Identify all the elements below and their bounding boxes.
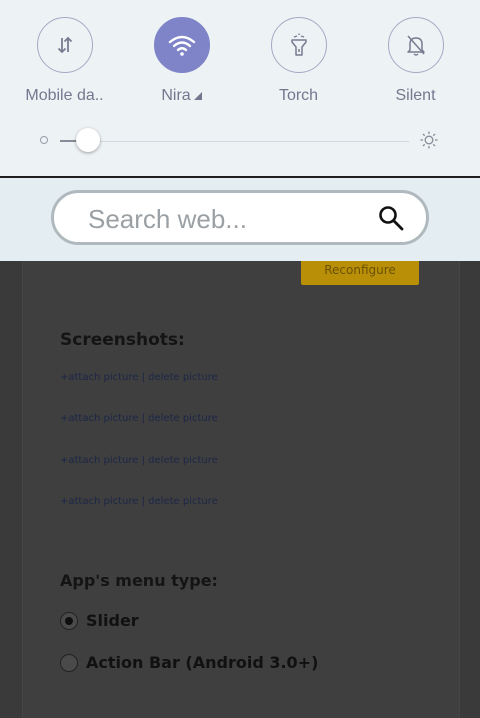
- tile-label: Mobile da..: [25, 87, 104, 104]
- quick-settings-panel: Mobile da.. Nira Torch Silent: [0, 0, 480, 178]
- menu-option-slider[interactable]: Slider: [60, 611, 139, 630]
- brightness-high-icon: [420, 131, 438, 149]
- attach-picture-link[interactable]: +attach picture: [60, 455, 138, 466]
- radio-checked-icon[interactable]: [60, 611, 78, 630]
- delete-picture-link[interactable]: delete picture: [148, 496, 218, 507]
- attach-picture-link[interactable]: +attach picture: [60, 372, 138, 383]
- menu-type-heading: App's menu type:: [60, 571, 218, 590]
- tile-torch-button[interactable]: [270, 17, 327, 73]
- attach-link-row: +attach picture | delete picture: [60, 372, 218, 413]
- menu-option-action-bar[interactable]: Action Bar (Android 3.0+): [60, 653, 318, 672]
- tile-silent-button[interactable]: [387, 17, 444, 73]
- attach-picture-link[interactable]: +attach picture: [60, 413, 138, 424]
- attach-link-row: +attach picture | delete picture: [60, 496, 218, 537]
- link-separator: |: [138, 454, 149, 466]
- menu-option-label: Slider: [86, 611, 139, 630]
- expand-arrow-icon[interactable]: [193, 92, 202, 100]
- tile-label: Nira: [161, 87, 202, 105]
- tile-mobile-data[interactable]: Mobile da..: [6, 17, 123, 105]
- tile-torch[interactable]: Torch: [240, 17, 357, 105]
- wifi-icon: [168, 35, 195, 56]
- attach-link-row: +attach picture | delete picture: [60, 455, 218, 496]
- tile-wifi[interactable]: Nira: [123, 17, 240, 105]
- bell-off-icon: [406, 35, 425, 56]
- brightness-thumb[interactable]: [75, 128, 100, 152]
- link-separator: |: [138, 495, 149, 507]
- tile-label: Torch: [278, 87, 319, 104]
- delete-picture-link[interactable]: delete picture: [148, 372, 218, 383]
- radio-unchecked-icon[interactable]: [60, 653, 78, 672]
- torch-icon: [290, 33, 307, 56]
- tile-silent[interactable]: Silent: [357, 17, 474, 105]
- tile-label: Silent: [395, 87, 436, 104]
- search-placeholder: Search web...: [88, 204, 247, 234]
- wifi-network-name: Nira: [161, 87, 191, 104]
- search-widget: Search web...: [0, 178, 480, 261]
- link-separator: |: [138, 413, 149, 425]
- screenshots-heading: Screenshots:: [60, 330, 185, 350]
- attach-links-list: +attach picture | delete picture +attach…: [60, 372, 218, 537]
- link-separator: |: [138, 372, 149, 383]
- tile-wifi-button[interactable]: [153, 17, 210, 73]
- delete-picture-link[interactable]: delete picture: [148, 455, 218, 466]
- brightness-slider[interactable]: [40, 126, 440, 156]
- mobile-data-icon: [57, 36, 72, 54]
- attach-link-row: +attach picture | delete picture: [60, 413, 218, 454]
- brightness-low-icon: [40, 136, 48, 144]
- search-input[interactable]: Search web...: [51, 190, 429, 245]
- reconfigure-button-label: Reconfigure: [324, 263, 396, 277]
- menu-option-label: Action Bar (Android 3.0+): [86, 653, 319, 672]
- search-icon[interactable]: [378, 205, 404, 231]
- delete-picture-link[interactable]: delete picture: [148, 413, 218, 424]
- tile-mobile-data-button[interactable]: [36, 17, 93, 73]
- attach-picture-link[interactable]: +attach picture: [60, 496, 138, 507]
- brightness-track[interactable]: [60, 141, 409, 142]
